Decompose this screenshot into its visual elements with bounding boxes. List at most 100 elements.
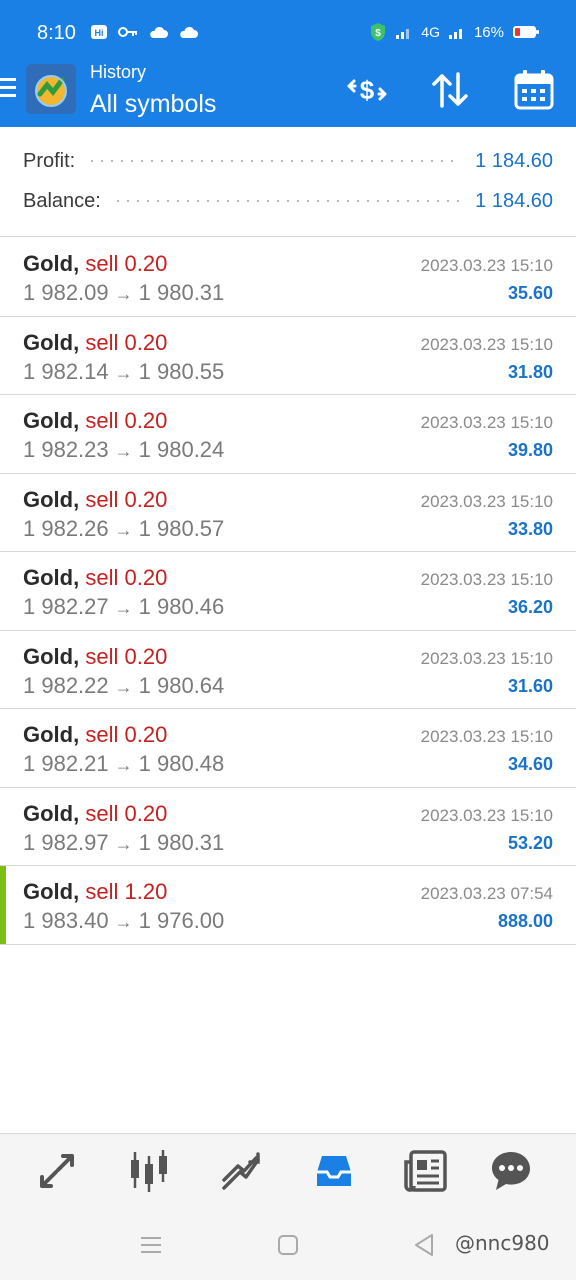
hamburger-menu-icon[interactable] [0, 78, 18, 102]
deal-comma: , [73, 251, 80, 276]
deal-side: sell [85, 408, 119, 433]
tab-chat[interactable] [488, 1148, 534, 1194]
key-icon [118, 27, 137, 37]
profit-label: Profit: [23, 149, 76, 172]
deal-volume: 0.20 [124, 329, 168, 355]
arrow-right-icon: → [114, 833, 133, 854]
tab-charts[interactable] [126, 1148, 172, 1194]
deal-symbol: Gold [23, 486, 74, 512]
deal-time: 2023.03.23 15:10 [420, 805, 553, 825]
battery-percent: 16% [473, 23, 504, 41]
deal-volume: 0.20 [124, 486, 168, 512]
deal-profit: 39.80 [507, 440, 553, 460]
deal-row[interactable]: Gold, sell 0.20 1 982.09 → 1 980.31 2023.0… [0, 238, 576, 317]
deal-side: sell [85, 722, 119, 747]
deal-row-selected[interactable]: Gold, sell 1.20 1 983.40 → 1 976.00 2023.0… [0, 866, 576, 945]
deal-row[interactable]: Gold, sell 0.20 1 982.27 → 1 980.46 2023.0… [0, 552, 576, 631]
status-right: $ 4G 16% [369, 22, 540, 42]
deal-time: 2023.03.23 15:10 [420, 256, 553, 275]
currency-exchange-button[interactable]: $ [345, 68, 389, 112]
deal-symbol: Gold [23, 800, 74, 826]
chat-icon [492, 1152, 530, 1190]
deal-time: 2023.03.23 15:10 [420, 413, 553, 432]
back-button[interactable] [410, 1231, 438, 1259]
profit-row: Profit: 1 184.60 [23, 146, 553, 176]
tab-trade[interactable] [218, 1148, 264, 1194]
deal-open-price: 1 982.27 [23, 594, 109, 619]
deal-row[interactable]: Gold, sell 0.20 1 982.21 → 1 980.48 2023.0… [0, 709, 576, 788]
deal-volume: 0.20 [124, 722, 168, 747]
deal-symbol: Gold [23, 565, 74, 590]
deal-row[interactable]: Gold, sell 0.20 1 982.22 → 1 980.64 2023.0… [0, 631, 576, 709]
cloud-icon-2 [180, 26, 198, 38]
deal-symbol: Gold [23, 408, 74, 433]
app-top-bar: 8:10 Hi $ 4G 16% History All symbols $ [0, 0, 576, 127]
logo-graphic [26, 64, 76, 114]
deal-symbol: Gold [23, 329, 74, 355]
arrow-right-icon: → [114, 284, 133, 304]
balance-label: Balance: [23, 189, 101, 212]
deal-side: sell [85, 486, 119, 512]
news-icon [404, 1150, 447, 1192]
status-time: 8:10 [37, 22, 76, 44]
deal-close-price: 1 976.00 [138, 908, 225, 933]
arrow-right-icon: → [114, 598, 133, 618]
deal-volume: 1.20 [124, 879, 168, 904]
deal-row[interactable]: Gold, sell 0.20 1 982.26 → 1 980.57 2023.0… [0, 474, 576, 552]
sort-button[interactable] [428, 68, 472, 112]
deal-row[interactable]: Gold, sell 0.20 1 982.23 → 1 980.24 2023.0… [0, 395, 576, 474]
tab-quotes[interactable] [34, 1148, 80, 1194]
calendar-button[interactable] [512, 68, 556, 112]
deal-volume: 0.20 [124, 800, 168, 826]
balance-value: 1 184.60 [475, 189, 553, 212]
deal-row[interactable]: Gold, sell 0.20 1 982.14 → 1 980.55 2023.0… [0, 317, 576, 395]
deal-profit: 35.60 [507, 283, 553, 303]
signal-icon-2 [448, 29, 462, 39]
deal-comma: , [73, 329, 80, 355]
quotes-icon [40, 1154, 74, 1188]
arrow-right-icon: → [114, 441, 133, 461]
account-summary: Profit: 1 184.60 Balance: 1 184.60 [0, 127, 576, 237]
metatrader-logo [26, 64, 76, 114]
menu-lines-icon [141, 1237, 161, 1253]
deal-close-price: 1 980.57 [138, 515, 225, 541]
deal-profit: 33.80 [507, 518, 553, 539]
svg-text:Hi: Hi [95, 28, 104, 38]
bottom-tab-bar [0, 1133, 576, 1209]
deal-close-price: 1 980.46 [138, 594, 225, 619]
deal-time: 2023.03.23 15:10 [420, 491, 553, 511]
deal-comma: , [73, 486, 80, 512]
deal-profit: 31.80 [507, 361, 553, 382]
deal-open-price: 1 983.40 [23, 908, 109, 933]
deal-open-price: 1 982.23 [23, 437, 109, 462]
page-title[interactable]: All symbols [90, 90, 216, 119]
recent-apps-button[interactable] [137, 1231, 165, 1259]
deal-close-price: 1 980.31 [138, 829, 225, 855]
deal-row[interactable]: Gold, sell 0.20 1 982.97 → 1 980.31 2023.0… [0, 788, 576, 866]
deal-close-price: 1 980.24 [138, 437, 225, 462]
deal-profit: 53.20 [507, 832, 553, 853]
tab-history[interactable] [311, 1148, 357, 1194]
deal-open-price: 1 982.22 [23, 672, 109, 698]
status-notification-icons: Hi [90, 24, 198, 40]
deal-open-price: 1 982.21 [23, 751, 109, 776]
deal-open-price: 1 982.26 [23, 515, 109, 541]
selection-indicator [0, 866, 6, 944]
deal-profit: 34.60 [507, 754, 553, 774]
arrow-right-icon: → [114, 362, 133, 383]
watermark-text: @nnc980 [455, 1231, 550, 1255]
hi-notification-icon: Hi [91, 25, 107, 39]
deal-open-price: 1 982.97 [23, 829, 109, 855]
deal-time: 2023.03.23 15:10 [420, 570, 553, 589]
arrow-right-icon: → [114, 676, 133, 697]
deal-side: sell [85, 800, 119, 826]
deal-volume: 0.20 [124, 565, 168, 590]
dotted-leader [87, 160, 462, 162]
tab-news[interactable] [403, 1148, 449, 1194]
deal-volume: 0.20 [124, 643, 168, 669]
status-bar: 8:10 Hi $ 4G 16% [0, 0, 576, 64]
deal-comma: , [73, 565, 80, 590]
svg-text:$: $ [360, 75, 375, 105]
home-button[interactable] [274, 1231, 302, 1259]
deal-side: sell [85, 329, 119, 355]
